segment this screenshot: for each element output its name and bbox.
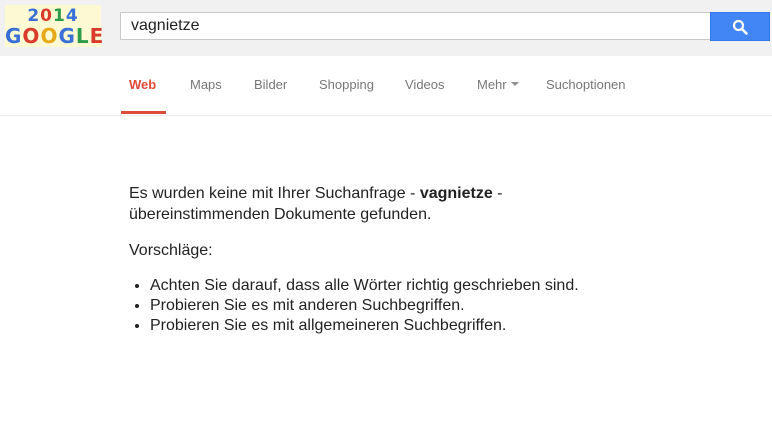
tab-videos[interactable]: Videos <box>405 77 445 92</box>
search-box <box>120 12 710 40</box>
header-bar: 2014 GOOGLE <box>0 0 772 56</box>
suggestion-item: Achten Sie darauf, dass alle Wörter rich… <box>150 276 629 296</box>
no-results-panel: Es wurden keine mit Ihrer Suchanfrage - … <box>129 183 629 336</box>
logo-letter: E <box>89 24 105 48</box>
dropdown-arrow-icon <box>510 81 519 86</box>
suggestion-item: Probieren Sie es mit anderen Suchbegriff… <box>150 296 629 316</box>
search-button[interactable] <box>710 12 770 41</box>
logo-word: GOOGLE <box>5 24 103 48</box>
tab-mehr[interactable]: Mehr <box>477 77 519 92</box>
logo-letter: G <box>5 24 23 48</box>
logo-letter: L <box>75 24 90 48</box>
logo-digit: 4 <box>65 6 79 26</box>
logo-letter: O <box>40 24 59 48</box>
suggestion-item: Probieren Sie es mit allgemeineren Suchb… <box>150 316 629 336</box>
logo-letter: G <box>58 24 76 48</box>
tab-suchoptionen[interactable]: Suchoptionen <box>546 77 626 92</box>
tab-shopping[interactable]: Shopping <box>319 77 374 92</box>
logo-digit: 0 <box>40 6 53 26</box>
search-nav-tabs: Web Maps Bilder Shopping Videos Mehr Suc… <box>0 56 772 116</box>
message-text: Es wurden keine mit Ihrer Suchanfrage - <box>129 185 420 202</box>
suggestions-list: Achten Sie darauf, dass alle Wörter rich… <box>129 276 629 336</box>
google-2014-logo[interactable]: 2014 GOOGLE <box>5 5 103 48</box>
logo-year: 2014 <box>5 6 101 26</box>
tab-maps[interactable]: Maps <box>190 77 222 92</box>
search-input[interactable] <box>121 13 691 39</box>
suggestions-title: Vorschläge: <box>129 242 213 259</box>
tab-bilder[interactable]: Bilder <box>254 77 287 92</box>
no-results-message: Es wurden keine mit Ihrer Suchanfrage - … <box>129 183 629 225</box>
logo-digit: 1 <box>53 6 66 26</box>
query-term: vagnietze <box>419 185 493 202</box>
logo-digit: 2 <box>27 6 41 26</box>
tab-web[interactable]: Web <box>129 77 156 92</box>
active-tab-indicator <box>121 111 166 114</box>
tab-mehr-label: Mehr <box>477 77 507 92</box>
search-icon <box>732 19 748 35</box>
logo-letter: O <box>22 24 41 48</box>
